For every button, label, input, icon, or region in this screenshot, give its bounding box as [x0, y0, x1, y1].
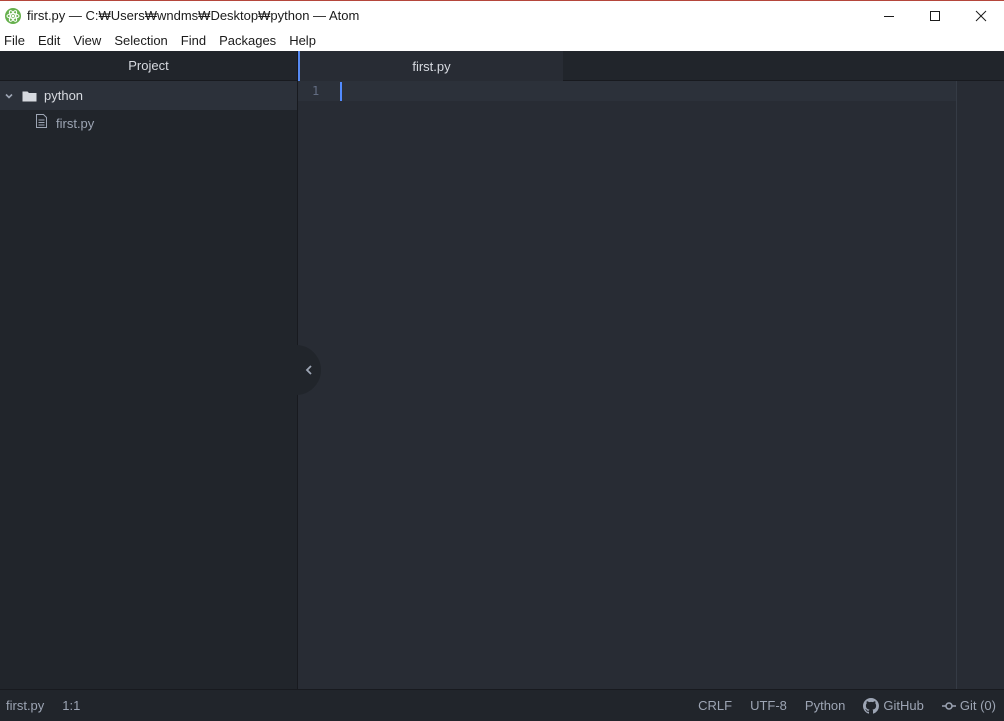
menu-bar: File Edit View Selection Find Packages H…	[0, 30, 1004, 51]
status-grammar[interactable]: Python	[805, 698, 845, 713]
minimize-button[interactable]	[866, 1, 912, 30]
tree-root-folder[interactable]: python	[0, 81, 297, 110]
maximize-icon	[930, 10, 940, 21]
status-git-label: Git (0)	[959, 698, 996, 713]
window-controls	[866, 1, 1004, 30]
status-file-path[interactable]: first.py	[6, 698, 44, 713]
menu-edit[interactable]: Edit	[38, 33, 60, 48]
status-bar: first.py 1:1 CRLF UTF-8 Python GitHub Gi…	[0, 689, 1004, 721]
status-github-label: GitHub	[883, 698, 924, 713]
close-icon	[975, 10, 987, 21]
tab-bar: first.py	[298, 51, 1004, 81]
menu-packages[interactable]: Packages	[219, 33, 276, 48]
project-tree-panel: Project python first.py	[0, 51, 298, 689]
menu-help[interactable]: Help	[289, 33, 316, 48]
cursor-line-highlight	[298, 81, 956, 101]
minimize-icon	[884, 15, 894, 17]
status-cursor-position[interactable]: 1:1	[62, 698, 80, 713]
editor-pane[interactable]: 1	[298, 81, 1004, 689]
atom-icon	[5, 7, 21, 24]
github-icon	[863, 697, 880, 714]
tab-first-py[interactable]: first.py	[298, 51, 563, 81]
text-cursor	[340, 82, 342, 101]
status-line-ending[interactable]: CRLF	[698, 698, 732, 713]
status-encoding[interactable]: UTF-8	[750, 698, 787, 713]
line-number: 1	[312, 84, 320, 98]
project-tab[interactable]: Project	[0, 51, 297, 81]
window-title: first.py — C:₩Users₩wndms₩Desktop₩python…	[27, 8, 360, 23]
git-commit-icon	[941, 701, 956, 710]
maximize-button[interactable]	[912, 1, 958, 30]
menu-selection[interactable]: Selection	[114, 33, 167, 48]
menu-view[interactable]: View	[73, 33, 101, 48]
status-git[interactable]: Git (0)	[941, 698, 996, 713]
status-github[interactable]: GitHub	[863, 697, 924, 714]
menu-find[interactable]: Find	[181, 33, 206, 48]
chevron-down-icon[interactable]	[4, 91, 14, 101]
wrap-guide	[956, 81, 957, 689]
close-button[interactable]	[958, 1, 1004, 30]
project-tab-label: Project	[128, 58, 169, 73]
folder-icon	[22, 90, 37, 102]
menu-file[interactable]: File	[4, 33, 25, 48]
tree-file-item[interactable]: first.py	[0, 110, 297, 136]
tab-label: first.py	[412, 58, 451, 74]
chevron-left-icon	[305, 365, 312, 375]
title-bar: first.py — C:₩Users₩wndms₩Desktop₩python…	[0, 0, 1004, 30]
tree-file-label: first.py	[56, 115, 95, 131]
tree-root-label: python	[44, 88, 84, 103]
file-text-icon	[35, 113, 48, 133]
